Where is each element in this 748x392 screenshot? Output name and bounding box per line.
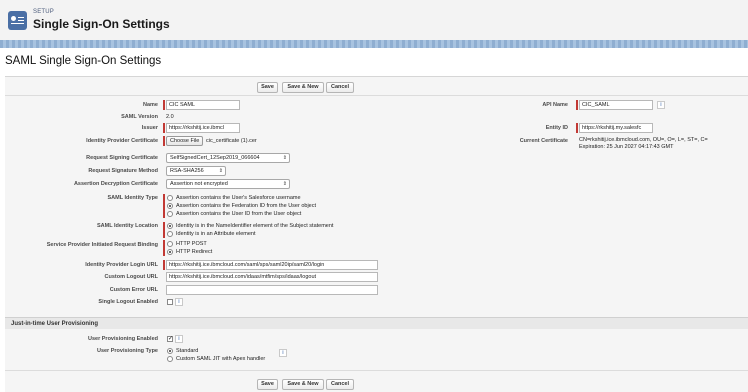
name-label: Name (143, 102, 158, 108)
identity-type-radio-user-id[interactable] (167, 211, 173, 217)
sp-binding-label: Service Provider Initiated Request Bindi… (46, 242, 158, 248)
custom-error-url-label: Custom Error URL (109, 287, 158, 293)
setup-header: SETUP Single Sign-On Settings (0, 0, 748, 40)
identity-type-option-username: Assertion contains the User's Salesforce… (176, 195, 301, 201)
save-button-bottom[interactable]: Save (257, 379, 278, 390)
request-sig-method-value: RSA-SHA256 (170, 168, 204, 174)
jit-section-header: Just-in-time User Provisioning (5, 317, 748, 329)
settings-card-icon (8, 11, 27, 30)
current-cert-label: Current Certificate (519, 138, 568, 144)
setup-title: Single Sign-On Settings (33, 17, 170, 31)
custom-error-url-field[interactable] (166, 285, 378, 295)
identity-type-radio-username[interactable] (167, 195, 173, 201)
saml-identity-location-required-bar (163, 222, 165, 238)
request-sig-method-label: Request Signature Method (88, 168, 158, 174)
name-required-bar (163, 100, 165, 110)
page-title: SAML Single Sign-On Settings (5, 55, 162, 67)
info-icon[interactable]: i (657, 101, 665, 109)
current-cert-subject: CN=rkshitij.ice.ibmcloud.com, OU=, O=, L… (579, 137, 708, 143)
save-new-button-top[interactable]: Save & New (282, 82, 324, 93)
binding-option-http-redirect: HTTP Redirect (176, 249, 213, 255)
user-provisioning-enabled-checkbox[interactable] (167, 335, 173, 342)
info-icon[interactable]: i (279, 349, 287, 357)
assertion-decrypt-select[interactable]: Assertion not encrypted ⇕ (166, 179, 290, 189)
form-panel: Save Save & New Cancel Name CIC SAML API… (5, 76, 748, 392)
jit-section-title: Just-in-time User Provisioning (11, 321, 99, 327)
user-provisioning-enabled-label: User Provisioning Enabled (88, 336, 158, 342)
request-signing-cert-label: Request Signing Certificate (86, 155, 158, 161)
setup-eyebrow: SETUP (33, 9, 55, 15)
saml-version-value: 2.0 (166, 114, 174, 120)
custom-logout-url-field[interactable]: https://rkshitij.ice.ibmcloud.com/idaas/… (166, 272, 378, 282)
provisioning-type-radio-standard[interactable] (167, 348, 173, 354)
idp-login-url-required-bar (163, 260, 165, 270)
entity-id-required-bar (576, 123, 578, 133)
cancel-button-top[interactable]: Cancel (326, 82, 354, 93)
cancel-button-bottom[interactable]: Cancel (326, 379, 354, 390)
api-name-label: API Name (542, 102, 568, 108)
user-provisioning-type-label: User Provisioning Type (96, 348, 158, 354)
top-divider (5, 95, 748, 96)
current-cert-expiration: Expiration: 25 Jun 2027 04:17:43 GMT (579, 144, 674, 150)
idp-cert-filename: cic_certificate (1).cer (206, 138, 257, 144)
api-name-field[interactable]: CIC_SAML (579, 100, 653, 110)
select-arrows-icon: ⇕ (282, 181, 287, 187)
select-arrows-icon: ⇕ (282, 155, 287, 161)
save-new-button-bottom[interactable]: Save & New (282, 379, 324, 390)
issuer-label: Issuer (141, 125, 158, 131)
identity-location-option-attribute: Identity is in an Attribute element (176, 231, 256, 237)
saml-identity-type-label: SAML Identity Type (107, 195, 158, 201)
request-signing-cert-select[interactable]: SelfSignedCert_12Sep2019_066604 ⇕ (166, 153, 290, 163)
identity-location-radio-nameid[interactable] (167, 223, 173, 229)
entity-id-label: Entity ID (545, 125, 568, 131)
name-field[interactable]: CIC SAML (166, 100, 240, 110)
issuer-required-bar (163, 123, 165, 133)
header-stripe (0, 40, 748, 48)
request-signing-cert-value: SelfSignedCert_12Sep2019_066604 (170, 155, 260, 161)
binding-radio-http-redirect[interactable] (167, 249, 173, 255)
info-icon[interactable]: i (175, 335, 183, 343)
provisioning-type-option-custom-jit: Custom SAML JIT with Apex handler (176, 356, 266, 362)
binding-radio-http-post[interactable] (167, 241, 173, 247)
identity-location-option-nameid: Identity is in the NameIdentifier elemen… (176, 223, 334, 229)
custom-logout-url-label: Custom Logout URL (104, 274, 158, 280)
sp-binding-required-bar (163, 240, 165, 256)
binding-option-http-post: HTTP POST (176, 241, 207, 247)
idp-login-url-label: Identity Provider Login URL (85, 262, 158, 268)
provisioning-type-radio-custom-jit[interactable] (167, 356, 173, 362)
info-icon[interactable]: i (175, 298, 183, 306)
issuer-field[interactable]: https://rkshitij.ice.ibmcl (166, 123, 240, 133)
bottom-divider (5, 370, 748, 371)
entity-id-field[interactable]: https://rkshitij.my.salesfc (579, 123, 653, 133)
provisioning-type-option-standard: Standard (176, 348, 199, 354)
identity-type-radio-federation-id[interactable] (167, 203, 173, 209)
single-logout-label: Single Logout Enabled (98, 299, 158, 305)
assertion-decrypt-value: Assertion not encrypted (170, 181, 228, 187)
save-button-top[interactable]: Save (257, 82, 278, 93)
saml-version-label: SAML Version (121, 114, 158, 120)
identity-type-option-federation-id: Assertion contains the Federation ID fro… (176, 203, 317, 209)
choose-file-button[interactable]: Choose File (166, 136, 204, 146)
identity-location-radio-attribute[interactable] (167, 231, 173, 237)
assertion-decrypt-label: Assertion Decryption Certificate (73, 181, 158, 187)
identity-type-option-user-id: Assertion contains the User ID from the … (176, 211, 302, 217)
idp-cert-label: Identity Provider Certificate (86, 138, 158, 144)
saml-identity-type-required-bar (163, 194, 165, 218)
single-logout-checkbox[interactable] (167, 299, 173, 305)
idp-login-url-field[interactable]: https://rkshitij.ice.ibmcloud.com/saml/s… (166, 260, 378, 270)
request-sig-method-select[interactable]: RSA-SHA256 ⇕ (166, 166, 226, 176)
saml-identity-location-label: SAML Identity Location (96, 223, 158, 229)
api-name-required-bar (576, 100, 578, 110)
idp-cert-required-bar (163, 136, 165, 146)
select-arrows-icon: ⇕ (218, 168, 223, 174)
